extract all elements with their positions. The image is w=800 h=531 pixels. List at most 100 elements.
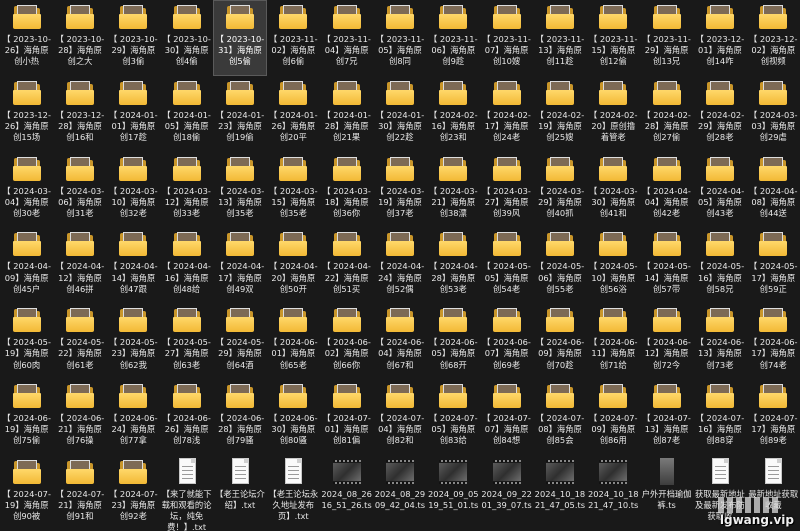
folder-item[interactable]: 【 2024-01-01】海角原创17趁 — [107, 76, 160, 152]
folder-item[interactable]: 【 2024-03-30】海角原创41和 — [587, 152, 640, 228]
folder-item[interactable]: 【 2024-06-02】海角原创66你 — [320, 303, 373, 379]
folder-item[interactable]: 【 2023-10-28】海角原创之大 — [53, 0, 106, 76]
folder-item[interactable]: 【 2024-07-05】海角原创83给 — [427, 379, 480, 455]
folder-item[interactable]: 【 2024-06-21】海角原创76操 — [53, 379, 106, 455]
folder-item[interactable]: 【 2024-02-19】海角原创25嫂 — [533, 76, 586, 152]
folder-item[interactable]: 【 2023-11-13】海角原创11趁 — [533, 0, 586, 76]
folder-item[interactable]: 【 2024-03-18】海角原创36你 — [320, 152, 373, 228]
folder-item[interactable]: 【 2024-02-28】海角原创27偷 — [640, 76, 693, 152]
folder-item[interactable]: 【 2024-05-19】海角原创60肉 — [0, 303, 53, 379]
folder-item[interactable]: 【 2024-07-01】海角原创81偏 — [320, 379, 373, 455]
folder-item[interactable]: 【 2024-04-28】海角原创53老 — [427, 227, 480, 303]
folder-item[interactable]: 【 2024-02-16】海角原创23和 — [427, 76, 480, 152]
folder-item[interactable]: 【 2024-04-24】海角原创52偶 — [373, 227, 426, 303]
video-item[interactable]: 2024_09_22 01_39_07.ts — [480, 455, 533, 531]
folder-item[interactable]: 【 2024-04-09】海角原创45户 — [0, 227, 53, 303]
folder-item[interactable]: 【 2024-03-29】海角原创40抓 — [533, 152, 586, 228]
folder-item[interactable]: 【 2024-02-29】海角原创28老 — [693, 76, 746, 152]
folder-item[interactable]: 【 2024-03-12】海角原创33老 — [160, 152, 213, 228]
folder-item[interactable]: 【 2024-04-12】海角原创46拼 — [53, 227, 106, 303]
folder-item[interactable]: 【 2024-05-17】海角原创59正 — [747, 227, 800, 303]
folder-item[interactable]: 【 2024-05-05】海角原创54老 — [480, 227, 533, 303]
folder-item[interactable]: 【 2024-04-20】海角原创50开 — [267, 227, 320, 303]
folder-item[interactable]: 【 2024-05-06】海角原创55老 — [533, 227, 586, 303]
portrait-item[interactable]: 户外开档瑜伽裤.ts — [640, 455, 693, 531]
folder-item[interactable]: 【 2024-07-08】海角原创85会 — [533, 379, 586, 455]
folder-item[interactable]: 【 2024-07-09】海角原创86用 — [587, 379, 640, 455]
folder-item[interactable]: 【 2024-07-19】海角原创90被 — [0, 455, 53, 531]
folder-item[interactable]: 【 2024-03-21】海角原创38漂 — [427, 152, 480, 228]
folder-item[interactable]: 【 2024-07-13】海角原创87老 — [640, 379, 693, 455]
folder-item[interactable]: 【 2023-12-26】海角原创15场 — [0, 76, 53, 152]
folder-item[interactable]: 【 2024-04-08】海角原创44送 — [747, 152, 800, 228]
folder-item[interactable]: 【 2024-03-13】海角原创35老 — [213, 152, 266, 228]
folder-item[interactable]: 【 2024-03-19】海角原创37老 — [373, 152, 426, 228]
folder-item[interactable]: 【 2023-12-28】海角原创16和 — [53, 76, 106, 152]
folder-item[interactable]: 【 2024-06-19】海角原创75偷 — [0, 379, 53, 455]
folder-item[interactable]: 【 2024-01-30】海角原创22趁 — [373, 76, 426, 152]
folder-item[interactable]: 【 2024-01-23】海角原创19偷 — [213, 76, 266, 152]
folder-item[interactable]: 【 2023-11-15】海角原创12偷 — [587, 0, 640, 76]
folder-item[interactable]: 【 2024-02-17】海角原创24老 — [480, 76, 533, 152]
folder-item[interactable]: 【 2024-03-06】海角原创31老 — [53, 152, 106, 228]
folder-item[interactable]: 【 2024-07-16】海角原创88穿 — [693, 379, 746, 455]
folder-item[interactable]: 【 2024-03-27】海角原创39风 — [480, 152, 533, 228]
video-item[interactable]: 2024_10_18 21_47_10.ts — [587, 455, 640, 531]
video-item[interactable]: 2024_09_05 19_51_01.ts — [427, 455, 480, 531]
folder-item[interactable]: 【 2024-03-03】海角原创29虐 — [747, 76, 800, 152]
folder-item[interactable]: 【 2024-01-05】海角原创18偷 — [160, 76, 213, 152]
folder-item[interactable]: 【 2024-05-10】海角原创56浴 — [587, 227, 640, 303]
folder-item[interactable]: 【 2024-06-11】海角原创71给 — [587, 303, 640, 379]
txt-item[interactable]: 【老王论坛介绍】.txt — [213, 455, 266, 531]
folder-item[interactable]: 【 2024-04-05】海角原创43老 — [693, 152, 746, 228]
folder-item[interactable]: 【 2024-06-17】海角原创74老 — [747, 303, 800, 379]
folder-item[interactable]: 【 2024-06-13】海角原创73老 — [693, 303, 746, 379]
folder-item[interactable]: 【 2023-12-01】海角原创14咋 — [693, 0, 746, 76]
folder-item[interactable]: 【 2023-10-31】海角原创5偷 — [213, 0, 267, 76]
folder-item[interactable]: 【 2023-10-26】海角原创小热 — [0, 0, 53, 76]
folder-item[interactable]: 【 2024-06-30】海角原创80骚 — [267, 379, 320, 455]
folder-item[interactable]: 【 2024-05-23】海角原创62我 — [107, 303, 160, 379]
folder-item[interactable]: 【 2024-04-04】海角原创42老 — [640, 152, 693, 228]
txt-item[interactable]: 【来了就能下载和观看的论坛，纯免费！】.txt — [160, 455, 213, 531]
folder-item[interactable]: 【 2024-03-10】海角原创32老 — [107, 152, 160, 228]
video-item[interactable]: 2024_08_26 16_51_26.ts — [320, 455, 373, 531]
folder-item[interactable]: 【 2024-05-27】海角原创63老 — [160, 303, 213, 379]
folder-item[interactable]: 【 2024-07-17】海角原创89老 — [747, 379, 800, 455]
folder-item[interactable]: 【 2023-10-29】海角原创3偷 — [107, 0, 160, 76]
folder-item[interactable]: 【 2024-04-22】海角原创51买 — [320, 227, 373, 303]
folder-item[interactable]: 【 2024-06-07】海角原创69老 — [480, 303, 533, 379]
folder-item[interactable]: 【 2023-11-06】海角原创9趁 — [427, 0, 480, 76]
folder-item[interactable]: 【 2024-04-17】海角原创49双 — [213, 227, 266, 303]
txt-item[interactable]: 【老王论坛永久地址发布页】.txt — [267, 455, 320, 531]
folder-item[interactable]: 【 2024-06-26】海角原创78浅 — [160, 379, 213, 455]
folder-item[interactable]: 【 2024-06-28】海角原创79骚 — [213, 379, 266, 455]
folder-item[interactable]: 【 2023-11-05】海角原创8同 — [373, 0, 426, 76]
folder-item[interactable]: 【 2024-06-05】海角原创68开 — [427, 303, 480, 379]
folder-item[interactable]: 【 2024-07-04】海角原创82和 — [373, 379, 426, 455]
folder-item[interactable]: 【 2024-06-04】海角原创67和 — [373, 303, 426, 379]
folder-item[interactable]: 【 2024-05-29】海角原创64酒 — [213, 303, 266, 379]
folder-item[interactable]: 【 2024-04-14】海角原创47跟 — [107, 227, 160, 303]
video-item[interactable]: 2024_10_18 21_47_05.ts — [533, 455, 586, 531]
folder-item[interactable]: 【 2023-10-30】海角原创4偷 — [160, 0, 213, 76]
folder-item[interactable]: 【 2024-07-07】海角原创84想 — [480, 379, 533, 455]
folder-item[interactable]: 【 2023-11-07】海角原创10嫂 — [480, 0, 533, 76]
folder-item[interactable]: 【 2023-12-02】海角原创视频 — [747, 0, 800, 76]
folder-item[interactable]: 【 2024-05-22】海角原创61老 — [53, 303, 106, 379]
folder-item[interactable]: 【 2023-11-04】海角原创7兄 — [320, 0, 373, 76]
folder-item[interactable]: 【 2024-04-16】海角原创48给 — [160, 227, 213, 303]
folder-item[interactable]: 【 2024-07-23】海角原创92老 — [107, 455, 160, 531]
video-item[interactable]: 2024_08_29 09_42_04.ts — [373, 455, 426, 531]
folder-item[interactable]: 【 2023-11-02】海角原创6偷 — [267, 0, 320, 76]
folder-item[interactable]: 【 2024-05-14】海角原创57带 — [640, 227, 693, 303]
folder-item[interactable]: 【 2024-06-01】海角原创65老 — [267, 303, 320, 379]
folder-item[interactable]: 【 2024-03-15】海角原创35老 — [267, 152, 320, 228]
folder-item[interactable]: 【 2024-06-09】海角原创70趁 — [533, 303, 586, 379]
folder-item[interactable]: 【 2024-01-28】海角原创21果 — [320, 76, 373, 152]
folder-item[interactable]: 【 2024-03-04】海角原创30老 — [0, 152, 53, 228]
folder-item[interactable]: 【 2024-05-16】海角原创58兄 — [693, 227, 746, 303]
folder-item[interactable]: 【 2023-11-29】海角原创13兄 — [640, 0, 693, 76]
folder-item[interactable]: 【 2024-01-26】海角原创20平 — [267, 76, 320, 152]
folder-item[interactable]: 【 2024-02-20】原创撸着管老 — [587, 76, 640, 152]
